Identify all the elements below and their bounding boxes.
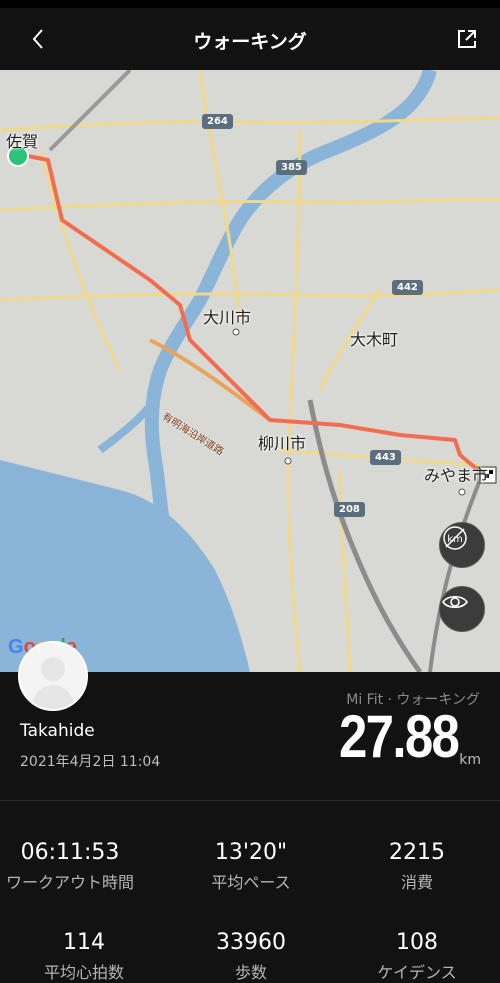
username: Takahide [20, 721, 95, 741]
road-shield-385: 385 [276, 160, 307, 175]
place-miyama: みやま市 [424, 466, 489, 485]
stat-pace: 13'20" 平均ペース [171, 840, 331, 893]
stat-label: ケイデンス [377, 963, 457, 982]
road-shield-208: 208 [334, 502, 365, 517]
avatar[interactable] [18, 641, 88, 711]
distance-value: 27.88 [338, 703, 460, 770]
stat-cadence: 108 ケイデンス [337, 930, 497, 983]
stat-label: 消費 [400, 873, 433, 892]
page-title: ウォーキング [193, 31, 307, 53]
stat-duration: 06:11:53 ワークアウト時間 [0, 840, 150, 893]
stat-value: 13'20" [214, 840, 288, 865]
stat-value: 2215 [389, 840, 445, 865]
workout-datetime: 2021年4月2日 11:04 [20, 754, 161, 770]
km-toggle-label: km [447, 534, 463, 545]
status-bar [0, 0, 500, 8]
road-shield-443: 443 [370, 450, 401, 465]
road-shield-442: 442 [392, 280, 423, 295]
stat-value: 33960 [216, 930, 286, 955]
place-oki: 大木町 [350, 330, 399, 349]
divider [0, 800, 500, 801]
stat-steps: 33960 歩数 [171, 930, 331, 983]
road-shield-264: 264 [202, 114, 233, 129]
eye-icon[interactable] [439, 586, 485, 632]
place-yanagawa: 柳川市 [258, 434, 307, 453]
map-canvas [0, 70, 500, 672]
stat-label: ワークアウト時間 [5, 873, 134, 892]
stat-value: 06:11:53 [20, 840, 120, 865]
stat-label: 歩数 [234, 963, 267, 982]
stat-label: 平均心拍数 [43, 963, 124, 982]
stat-heart-rate: 114 平均心拍数 [4, 930, 164, 983]
place-okawa: 大川市 [203, 308, 252, 327]
distance-unit: km [459, 752, 481, 768]
stat-calories: 2215 消費 [337, 840, 497, 893]
share-icon[interactable] [452, 24, 482, 54]
stat-label: 平均ペース [211, 873, 291, 892]
stat-value: 108 [396, 930, 438, 955]
route-map[interactable]: 佐賀 大川市 大木町 柳川市 みやま市 264 385 442 443 208 … [0, 70, 500, 672]
top-bar: ウォーキング [0, 8, 500, 70]
place-saga: 佐賀 [6, 132, 39, 151]
km-toggle-button[interactable]: km [439, 522, 485, 568]
stat-value: 114 [63, 930, 105, 955]
